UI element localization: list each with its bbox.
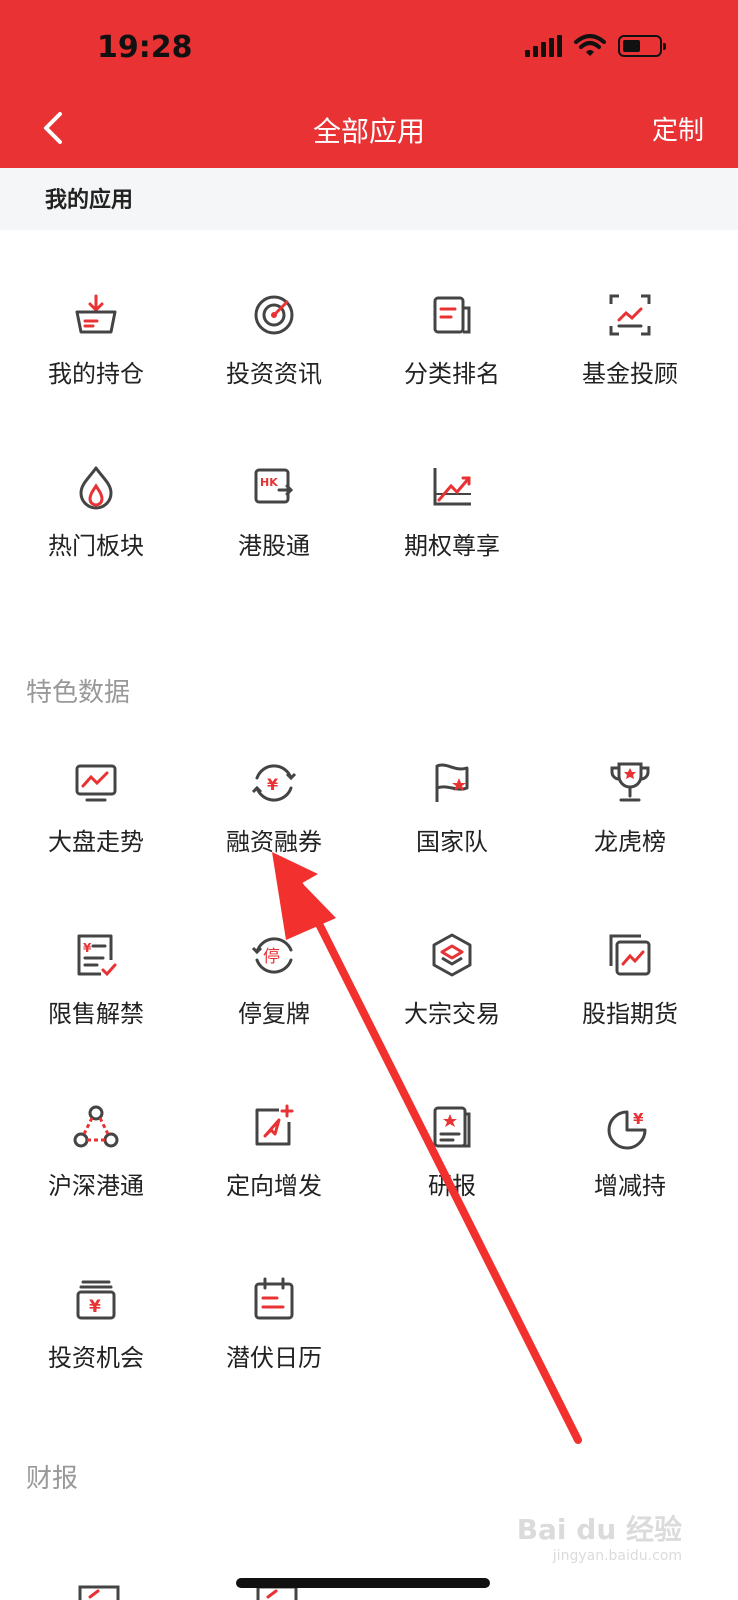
customize-button[interactable]: 定制	[652, 110, 704, 147]
connect-icon	[73, 1105, 119, 1148]
app-header: 19:28 全部应用 定制	[0, 0, 738, 168]
watermark-brand: Bai du 经验	[516, 1513, 682, 1546]
app-label: 大盘走势	[48, 828, 144, 856]
home-indicator[interactable]	[236, 1578, 490, 1588]
watermark-url: jingyan.baidu.com	[552, 1548, 682, 1564]
options-icon	[433, 468, 471, 506]
app-label: 限售解禁	[48, 1000, 144, 1028]
app-hot-sectors[interactable]: 热门板块	[5, 464, 187, 561]
block-trade-icon	[432, 933, 472, 977]
ranking-icon	[433, 296, 471, 334]
app-label: 国家队	[416, 828, 488, 856]
app-investment-news[interactable]: 投资资讯	[183, 292, 365, 389]
app-holdings[interactable]: 我的持仓	[5, 292, 187, 389]
report-chart-icon	[78, 1585, 120, 1600]
app-market-trend[interactable]: 大盘走势	[5, 760, 187, 857]
app-research-report[interactable]: 研报	[361, 1104, 543, 1201]
fund-advisor-icon	[609, 294, 651, 336]
app-latent-calendar[interactable]: 潜伏日历	[183, 1276, 365, 1373]
battery-icon	[618, 35, 666, 57]
app-lockup-expiry[interactable]: ¥ 限售解禁	[5, 932, 187, 1029]
app-label: 分类排名	[404, 360, 500, 388]
section-title-my-apps: 我的应用	[45, 188, 134, 213]
app-options[interactable]: 期权尊享	[361, 464, 543, 561]
holdings-icon	[75, 294, 117, 334]
opportunity-icon: ¥	[76, 1280, 116, 1320]
svg-text:¥: ¥	[267, 775, 278, 794]
app-label: 停复牌	[238, 1000, 310, 1028]
status-icons	[525, 34, 666, 58]
app-label: 期权尊享	[404, 532, 500, 560]
app-block-trade[interactable]: 大宗交易	[361, 932, 543, 1029]
wifi-icon	[574, 34, 606, 56]
flag-icon	[435, 763, 469, 802]
app-label: 投资机会	[48, 1344, 144, 1372]
trophy-icon	[610, 762, 650, 802]
market-trend-icon	[75, 764, 117, 802]
svg-text:停: 停	[263, 947, 280, 967]
app-label: 定向增发	[226, 1172, 322, 1200]
app-holding-changes[interactable]: ¥ 增减持	[539, 1104, 721, 1201]
app-private-placement[interactable]: 定向增发	[183, 1104, 365, 1201]
app-stock-connect[interactable]: 沪深港通	[5, 1104, 187, 1201]
signal-icon	[525, 35, 562, 57]
svg-text:¥: ¥	[633, 1110, 644, 1128]
margin-trading-icon: ¥	[251, 764, 297, 802]
suspension-icon: 停	[251, 937, 293, 974]
app-label: 基金投顾	[582, 360, 678, 388]
unlock-list-icon: ¥	[77, 934, 117, 977]
app-margin-trading[interactable]: ¥ 融资融券	[183, 760, 365, 857]
svg-text:¥: ¥	[89, 1297, 101, 1317]
report-icon	[433, 1106, 471, 1148]
app-label: 热门板块	[48, 532, 144, 560]
page-title: 全部应用	[312, 115, 425, 148]
calendar-icon	[254, 1277, 294, 1320]
section-title-featured: 特色数据	[26, 678, 131, 708]
app-fund-advisor[interactable]: 基金投顾	[539, 292, 721, 389]
app-label: 潜伏日历	[226, 1344, 322, 1372]
svg-text:HK: HK	[260, 476, 278, 489]
app-hk-connect[interactable]: HK 港股通	[183, 464, 365, 561]
app-label: 投资资讯	[226, 360, 322, 388]
app-label: 增减持	[594, 1172, 666, 1200]
my-apps-section-header: 我的应用	[0, 168, 738, 230]
app-index-futures[interactable]: 股指期货	[539, 932, 721, 1029]
target-icon	[254, 295, 294, 335]
app-label: 我的持仓	[48, 360, 144, 388]
app-label: 融资融券	[226, 828, 322, 856]
index-futures-icon	[609, 934, 651, 976]
app-label: 研报	[428, 1172, 476, 1200]
svg-text:¥: ¥	[83, 941, 92, 955]
app-label: 大宗交易	[404, 1000, 500, 1028]
app-label: 股指期货	[582, 1000, 678, 1028]
flame-icon	[79, 466, 113, 510]
app-label: 龙虎榜	[594, 828, 666, 856]
app-national-team[interactable]: 国家队	[361, 760, 543, 857]
app-dragon-tiger[interactable]: 龙虎榜	[539, 760, 721, 857]
hk-connect-icon: HK	[254, 468, 294, 504]
pie-yuan-icon: ¥	[607, 1110, 647, 1150]
placement-icon	[255, 1104, 294, 1146]
app-category-ranking[interactable]: 分类排名	[361, 292, 543, 389]
app-suspension[interactable]: 停 停复牌	[183, 932, 365, 1029]
section-title-financial-reports: 财报	[26, 1464, 79, 1494]
app-investment-opportunity[interactable]: ¥ 投资机会	[5, 1276, 187, 1373]
app-label: 港股通	[238, 532, 310, 560]
status-time: 19:28	[97, 30, 193, 65]
watermark: Bai du 经验 jingyan.baidu.com	[517, 1508, 682, 1564]
app-label: 沪深港通	[48, 1172, 144, 1200]
